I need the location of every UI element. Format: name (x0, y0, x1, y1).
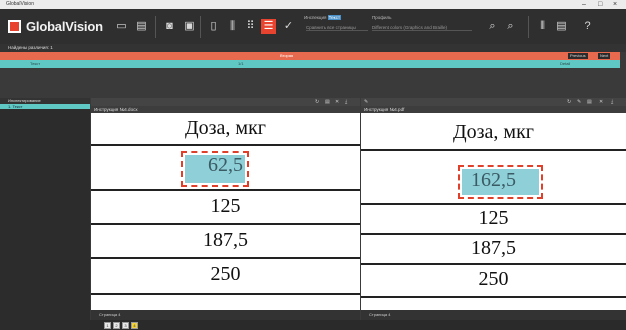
dose-value-4: 250 (210, 263, 241, 285)
approve-icon[interactable]: ✓ (281, 19, 296, 34)
help-icon[interactable]: ? (580, 19, 595, 34)
inspection-mode-selected[interactable]: Текст (327, 15, 342, 20)
sample-page-label: Страница 4 (369, 312, 391, 317)
difference-marker[interactable] (458, 165, 543, 199)
columns-icon[interactable]: ⫴ (535, 19, 550, 34)
split-view-icon[interactable]: ⫼ (225, 19, 240, 34)
maximize-button[interactable]: □ (598, 0, 602, 9)
logo-text: GlobalVision (26, 18, 103, 34)
dose-header: Доза, мкг (185, 117, 266, 139)
dose-value-2: 125 (210, 195, 241, 217)
difference-detail: Detail (560, 61, 571, 66)
zoom-icon[interactable]: ⌕ (485, 19, 500, 34)
page-thumbnails: 1 2 3 4 (90, 320, 626, 330)
open-folder-icon[interactable]: ▭ (114, 19, 129, 34)
profile-label: Профиль (372, 15, 392, 20)
app-logo: GlobalVision (8, 18, 103, 34)
dose-value-4: 250 (478, 268, 509, 290)
dose-value-3: 187,5 (471, 237, 516, 259)
logo-mark-icon (8, 19, 21, 33)
table-line (361, 296, 626, 298)
profile-select[interactable]: Different colors (Graphics and Braille) (372, 25, 472, 31)
page-icon[interactable]: ▤ (587, 98, 592, 106)
refresh-icon[interactable]: ↻ (315, 98, 319, 106)
page-thumbnail[interactable]: 2 (113, 322, 120, 329)
table-line (361, 263, 626, 265)
master-filename: Инструкция №4.docx (91, 106, 360, 113)
close-panel-icon[interactable]: ✕ (599, 98, 603, 106)
difference-track[interactable]: Вторая Previous Next (0, 52, 620, 60)
download-icon[interactable]: ⤓ (611, 98, 613, 106)
download-icon[interactable]: ⤓ (345, 98, 347, 106)
sample-panel-toolbar: ✎ ↻ ✎ ▤ ✕ ⤓ (361, 98, 626, 106)
inspection-panel: Инспектирование 1. Текст (0, 98, 90, 330)
table-line (91, 223, 360, 225)
previous-button[interactable]: Previous (568, 53, 588, 59)
inspection-label: Инспекция (304, 15, 327, 20)
difference-track-label: Вторая (280, 53, 294, 58)
master-document-panel: ↻ ▤ ✕ ⤓ Инструкция №4.docx Доза, мкг 62,… (91, 98, 360, 330)
window-title: GlobalVision (6, 1, 34, 7)
refresh-icon[interactable]: ↻ (567, 98, 571, 106)
toolbar-separator (528, 16, 529, 38)
page-thumbnail[interactable]: 1 (104, 322, 111, 329)
next-button[interactable]: Next (598, 53, 611, 59)
grid-view-icon[interactable]: ⠿ (243, 19, 258, 34)
single-view-icon[interactable]: ▯ (206, 19, 221, 34)
table-line (91, 189, 360, 191)
results-area (0, 68, 626, 98)
table-line (91, 144, 360, 146)
compare-mode-select[interactable]: Сравнить все страницы (306, 25, 368, 31)
table-line (361, 149, 626, 151)
sample-document-panel: ✎ ↻ ✎ ▤ ✕ ⤓ Инструкция №4.pdf Доза, мкг … (361, 98, 626, 330)
dose-header: Доза, мкг (453, 121, 534, 143)
dose-value-3: 187,5 (203, 229, 248, 251)
page-icon[interactable]: ▤ (325, 98, 330, 106)
print-icon[interactable]: ▤ (134, 19, 149, 34)
sample-document-page[interactable]: Доза, мкг 162,5 125 187,5 250 (361, 113, 626, 320)
minimize-button[interactable]: – (582, 0, 586, 9)
image-icon[interactable]: ◙ (162, 19, 177, 34)
close-panel-icon[interactable]: ✕ (335, 98, 339, 106)
table-line (361, 203, 626, 205)
difference-type: Текст (30, 61, 41, 66)
difference-index: 1/1 (238, 61, 244, 66)
sample-page-nav[interactable]: Страница 4 (361, 310, 626, 320)
zoom-compare-icon[interactable]: ⌕ (503, 19, 518, 34)
master-document-page[interactable]: Доза, мкг 62,5 125 187,5 250 (91, 113, 360, 320)
sample-filename: Инструкция №4.pdf (361, 106, 626, 113)
inspection-options: Инспекция Текст (304, 15, 342, 20)
dose-value-2: 125 (478, 207, 509, 229)
report-icon[interactable]: ▤ (554, 19, 569, 34)
main-toolbar: GlobalVision ▭ ▤ ◙ ▣ ▯ ⫼ ⠿ ☰ ✓ Инспекция… (0, 9, 626, 44)
document-icon[interactable]: ▣ (182, 19, 197, 34)
master-page-label: Страница 4 (99, 312, 121, 317)
table-line (91, 257, 360, 259)
toolbar-separator (155, 16, 156, 38)
master-page-nav[interactable]: Страница 4 (91, 310, 360, 320)
draw-icon[interactable]: ✎ (577, 98, 581, 106)
page-thumbnail-selected[interactable]: 4 (131, 322, 138, 329)
selected-difference-row[interactable]: Текст 1/1 Detail (0, 60, 620, 68)
table-line (91, 293, 360, 295)
master-panel-toolbar: ↻ ▤ ✕ ⤓ (91, 98, 360, 106)
inspection-list-item[interactable]: 1. Текст (0, 104, 90, 109)
differences-found-label: Найдены различия: 1 (0, 44, 626, 52)
table-line (361, 233, 626, 235)
title-bar: GlobalVision – □ × (0, 0, 626, 9)
page-thumbnail[interactable]: 3 (122, 322, 129, 329)
difference-marker[interactable] (181, 151, 249, 187)
toolbar-separator (200, 16, 201, 38)
list-view-icon[interactable]: ☰ (261, 19, 276, 34)
close-button[interactable]: × (613, 0, 617, 9)
edit-icon[interactable]: ✎ (364, 98, 368, 106)
